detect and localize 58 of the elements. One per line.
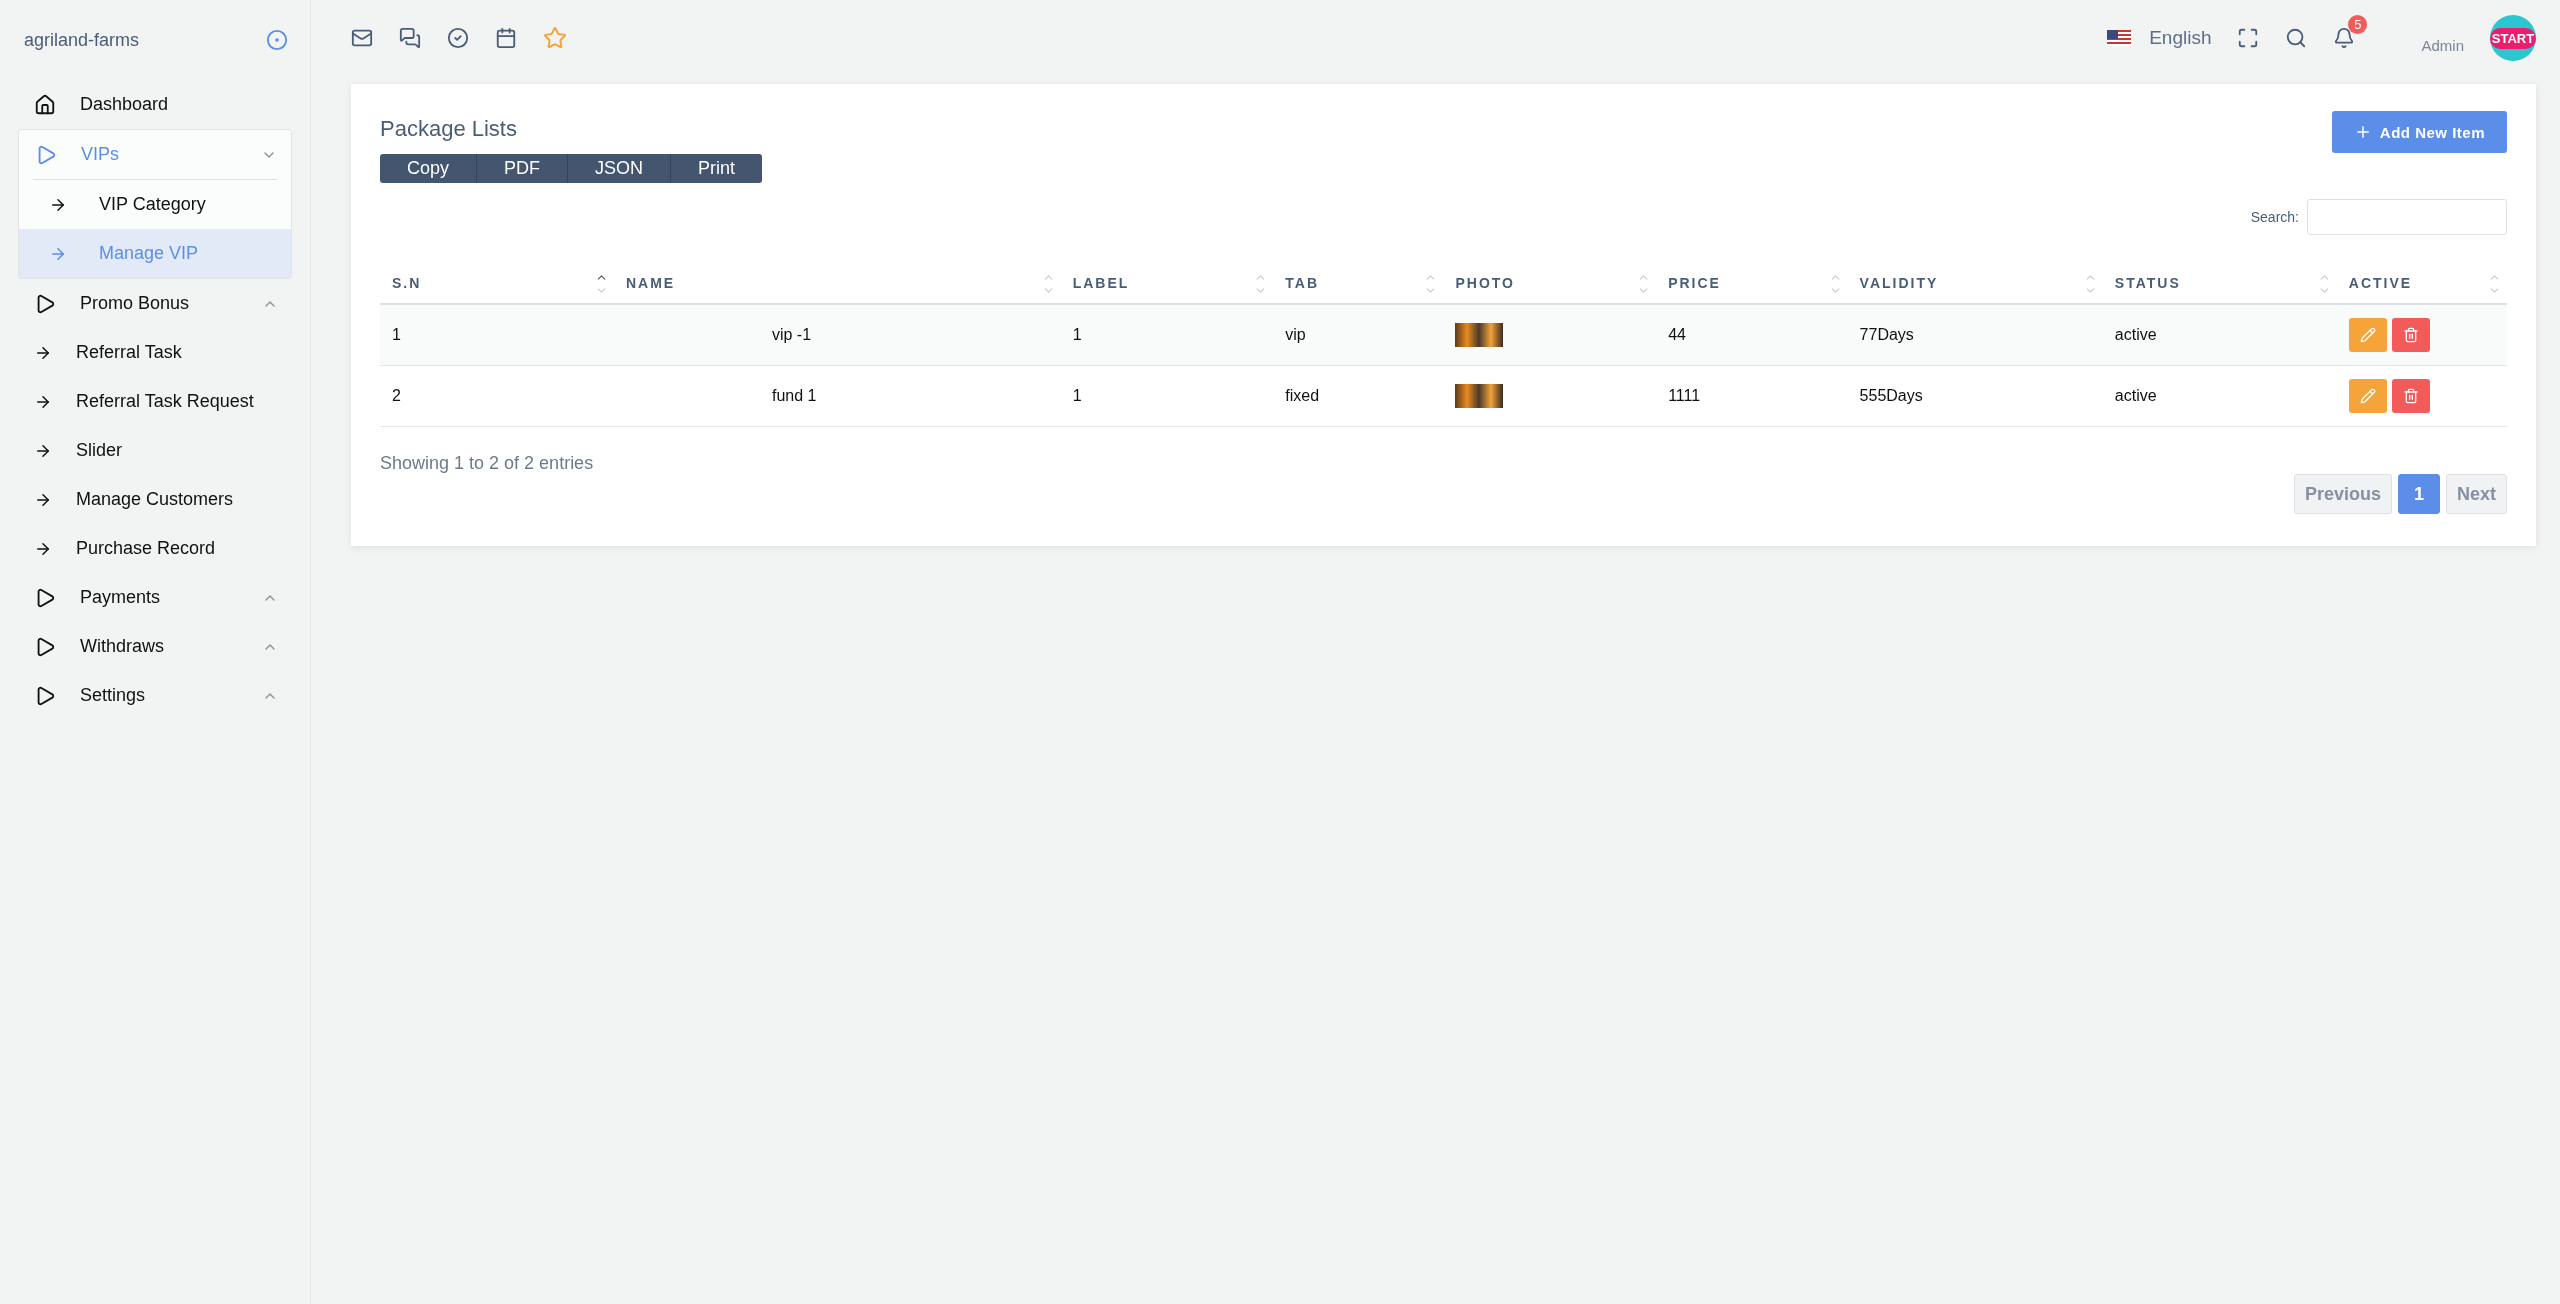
table-cell: 44 xyxy=(1656,304,1848,366)
sidebar-item[interactable]: Manage Customers xyxy=(18,475,292,524)
settings-icon[interactable] xyxy=(266,29,288,51)
table-cell: 1111 xyxy=(1656,365,1848,427)
search-label: Search: xyxy=(2250,209,2299,225)
table-cell: 1 xyxy=(1060,365,1274,427)
sidebar-item[interactable]: Slider xyxy=(18,426,292,475)
table-cell: vip xyxy=(1273,304,1444,366)
search-icon[interactable] xyxy=(2285,27,2308,49)
user-name: Admin xyxy=(2421,36,2464,54)
chat-icon[interactable] xyxy=(399,27,421,49)
table-cell: vip -1 xyxy=(613,304,1061,366)
export-button[interactable]: Print xyxy=(671,154,763,183)
calendar-icon[interactable] xyxy=(495,27,517,49)
sidebar-item[interactable]: Payments xyxy=(18,573,292,622)
export-button[interactable]: JSON xyxy=(568,154,672,183)
flag-icon xyxy=(2107,30,2132,46)
table-cell: 2 xyxy=(380,365,614,427)
sidebar-item[interactable]: Purchase Record xyxy=(18,524,292,573)
table-cell: fund 1 xyxy=(613,365,1061,427)
delete-button[interactable] xyxy=(2391,318,2430,352)
table-cell: 1 xyxy=(1060,304,1274,366)
photo-placeholder xyxy=(1455,323,1504,347)
table-cell: 1 xyxy=(380,304,614,366)
sidebar-item[interactable]: Referral Task xyxy=(18,328,292,377)
trash-icon xyxy=(2402,388,2419,404)
sidebar-item[interactable]: Settings xyxy=(18,671,292,720)
table-cell: active xyxy=(2102,365,2337,427)
bell-icon[interactable] xyxy=(2333,27,2356,49)
sidebar-item[interactable]: Dashboard xyxy=(18,80,292,129)
sidebar-item[interactable]: Referral Task Request xyxy=(18,377,292,426)
pencil-icon xyxy=(2359,327,2376,343)
card-title: Package Lists xyxy=(380,116,518,142)
avatar-text: START xyxy=(2489,27,2537,49)
export-button[interactable]: Copy xyxy=(380,154,478,183)
check-circle-icon[interactable] xyxy=(447,27,469,49)
sidebar-item[interactable]: Withdraws xyxy=(18,622,292,671)
mail-icon[interactable] xyxy=(351,27,373,49)
table-cell: fixed xyxy=(1273,365,1444,427)
home-icon xyxy=(34,93,56,116)
trash-icon xyxy=(2402,327,2419,343)
pencil-icon xyxy=(2359,388,2376,404)
search-field[interactable] xyxy=(2307,199,2507,235)
brand-name: agriland-farms xyxy=(24,29,140,51)
avatar[interactable]: START xyxy=(2490,15,2536,61)
sidebar-item[interactable]: Promo Bonus xyxy=(18,279,292,328)
language-selector[interactable]: English xyxy=(2107,27,2212,49)
export-button[interactable]: PDF xyxy=(477,154,569,183)
table-cell: 77Days xyxy=(1847,304,2103,366)
table-cell: active xyxy=(2102,304,2337,366)
sidebar-subitem[interactable]: VIP Category xyxy=(19,180,291,229)
delete-button[interactable] xyxy=(2391,379,2430,413)
notification-badge: 5 xyxy=(2348,15,2368,34)
star-icon[interactable] xyxy=(543,26,567,50)
table-cell: 555Days xyxy=(1847,365,2103,427)
photo-placeholder xyxy=(1455,384,1504,408)
fullscreen-icon[interactable] xyxy=(2237,27,2260,49)
entries-info: Showing 1 to 2 of 2 entries xyxy=(380,453,595,474)
